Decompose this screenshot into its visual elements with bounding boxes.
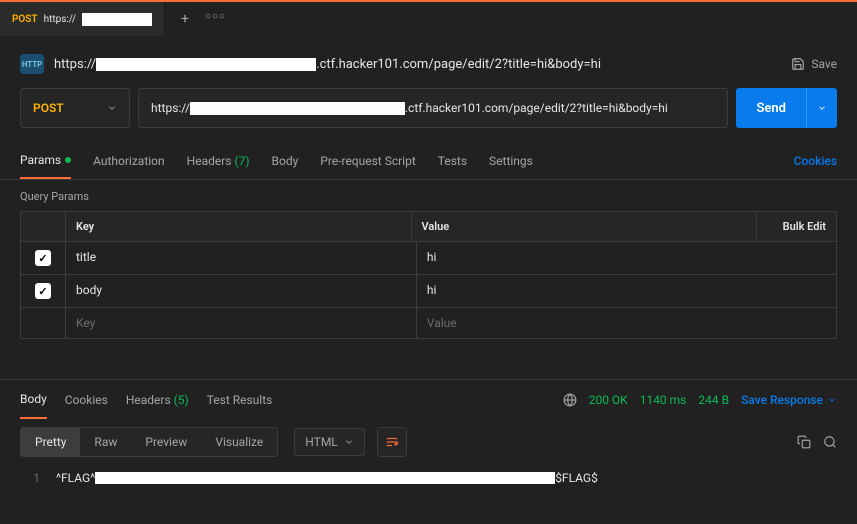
- viewer-bar: Pretty Raw Preview Visualize HTML: [0, 419, 857, 465]
- chevron-down-icon: [817, 103, 827, 113]
- url-input-text: https:// .ctf.hacker101.com/page/edit/2?…: [151, 101, 715, 115]
- tab-settings[interactable]: Settings: [489, 142, 533, 179]
- response-meta: 200 OK 1140 ms 244 B Save Response: [563, 393, 837, 407]
- url-input[interactable]: https:// .ctf.hacker101.com/page/edit/2?…: [138, 88, 728, 128]
- viewer-tab-pretty[interactable]: Pretty: [21, 428, 80, 456]
- code-line: 1 ^FLAG^ $FLAG$: [20, 471, 837, 485]
- title-url-suffix: .ctf.hacker101.com/page/edit/2?title=hi&…: [316, 57, 601, 72]
- http-badge-icon: HTTP: [20, 54, 44, 74]
- new-tab-icon[interactable]: +: [181, 11, 189, 27]
- globe-icon[interactable]: [563, 393, 577, 407]
- param-value[interactable]: hi: [416, 242, 836, 274]
- tab-url-prefix: https://: [44, 14, 76, 25]
- col-check-header: [21, 212, 65, 241]
- checkbox-checked-icon: ✓: [35, 250, 51, 266]
- lang-select[interactable]: HTML: [294, 428, 365, 456]
- url-suffix: .ctf.hacker101.com/page/edit/2?title=hi&…: [405, 101, 668, 115]
- param-checkbox[interactable]: ✓: [21, 242, 65, 274]
- viewer-tab-raw[interactable]: Raw: [80, 428, 131, 456]
- wrap-lines-button[interactable]: [377, 427, 407, 457]
- tab-headers[interactable]: Headers (7): [187, 142, 250, 179]
- chevron-down-icon: [107, 103, 117, 113]
- send-button[interactable]: Send: [736, 88, 837, 128]
- param-row-empty: Key Value: [21, 308, 836, 338]
- search-icon[interactable]: [823, 435, 837, 449]
- chevron-down-icon: [344, 437, 354, 447]
- tab-url-redacted: [82, 13, 152, 26]
- tab-params[interactable]: Params: [20, 142, 71, 179]
- line-number: 1: [20, 471, 40, 485]
- response-tabs: Body Cookies Headers (5) Test Results 20…: [0, 379, 857, 419]
- method-label: POST: [33, 101, 64, 115]
- tab-authorization[interactable]: Authorization: [93, 142, 165, 179]
- params-dot-icon: [65, 157, 71, 163]
- param-checkbox[interactable]: ✓: [21, 275, 65, 307]
- param-key[interactable]: title: [65, 242, 416, 274]
- param-value[interactable]: hi: [416, 275, 836, 307]
- tab-tests[interactable]: Tests: [438, 142, 467, 179]
- send-label: Send: [736, 101, 806, 116]
- bulk-edit-button[interactable]: Bulk Edit: [756, 212, 836, 241]
- save-button[interactable]: Save: [791, 57, 837, 71]
- param-key-placeholder[interactable]: Key: [65, 308, 416, 338]
- viewer-mode-tabs: Pretty Raw Preview Visualize: [20, 427, 278, 457]
- wrap-icon: [385, 435, 399, 449]
- tab-actions: + ○○○: [165, 11, 242, 27]
- url-prefix: https://: [151, 101, 190, 115]
- col-key-header: Key: [65, 212, 411, 241]
- copy-icon[interactable]: [797, 435, 811, 449]
- request-tabs: Params Authorization Headers (7) Body Pr…: [0, 142, 857, 180]
- save-icon: [791, 57, 805, 71]
- tab-body[interactable]: Body: [272, 142, 299, 179]
- viewer-right-actions: [797, 435, 837, 449]
- code-content[interactable]: ^FLAG^ $FLAG$: [56, 471, 598, 485]
- more-tabs-icon[interactable]: ○○○: [205, 11, 226, 27]
- param-row: ✓ title hi: [21, 242, 836, 275]
- request-row: POST https:// .ctf.hacker101.com/page/ed…: [0, 88, 857, 142]
- url-redacted: [190, 102, 405, 115]
- resp-tab-body[interactable]: Body: [20, 380, 47, 419]
- flag-suffix: $FLAG$: [555, 471, 598, 485]
- tab-method: POST: [12, 14, 38, 25]
- checkbox-checked-icon: ✓: [35, 283, 51, 299]
- chevron-down-icon: [827, 395, 837, 405]
- response-time: 1140 ms: [640, 393, 687, 407]
- param-key[interactable]: body: [65, 275, 416, 307]
- query-params-label: Query Params: [0, 180, 857, 211]
- response-status: 200 OK: [589, 393, 628, 407]
- title-url-prefix: https://: [54, 57, 96, 72]
- cookies-link[interactable]: Cookies: [794, 154, 837, 168]
- param-checkbox-empty[interactable]: [21, 308, 65, 338]
- resp-tab-test-results[interactable]: Test Results: [207, 380, 273, 419]
- params-header-row: Key Value Bulk Edit: [21, 212, 836, 242]
- request-tab[interactable]: POST https://: [0, 2, 165, 36]
- params-table: Key Value Bulk Edit ✓ title hi ✓ body hi…: [20, 211, 837, 339]
- tab-bar: POST https:// + ○○○: [0, 0, 857, 36]
- param-row: ✓ body hi: [21, 275, 836, 308]
- send-caret[interactable]: [806, 88, 837, 128]
- resp-tab-cookies[interactable]: Cookies: [65, 380, 108, 419]
- flag-prefix: ^FLAG^: [56, 471, 95, 485]
- save-response-button[interactable]: Save Response: [741, 393, 837, 407]
- viewer-tab-visualize[interactable]: Visualize: [201, 428, 277, 456]
- title-url-redacted: [96, 58, 316, 71]
- save-label: Save: [811, 57, 837, 71]
- header-row: HTTP https:// .ctf.hacker101.com/page/ed…: [0, 36, 857, 88]
- viewer-tab-preview[interactable]: Preview: [131, 428, 201, 456]
- response-code: 1 ^FLAG^ $FLAG$: [0, 465, 857, 485]
- resp-tab-headers[interactable]: Headers (5): [126, 380, 189, 419]
- param-value-placeholder[interactable]: Value: [416, 308, 836, 338]
- tab-prerequest[interactable]: Pre-request Script: [320, 142, 415, 179]
- col-value-header: Value: [411, 212, 757, 241]
- method-select[interactable]: POST: [20, 88, 130, 128]
- flag-redacted: [95, 472, 555, 484]
- request-title: https:// .ctf.hacker101.com/page/edit/2?…: [54, 57, 781, 72]
- response-size: 244 B: [698, 393, 729, 407]
